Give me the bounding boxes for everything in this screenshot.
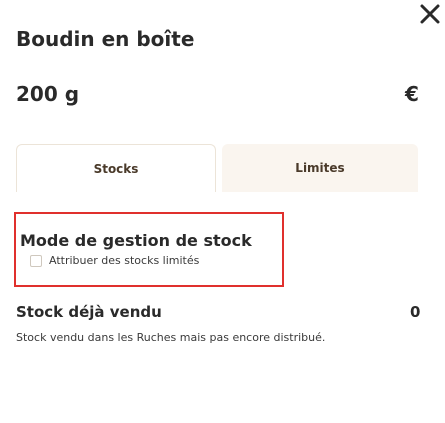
close-icon [420,4,440,24]
stock-mode-title: Mode de gestion de stock [20,231,252,250]
tab-limites[interactable]: Limites [222,144,418,192]
tab-stocks[interactable]: Stocks [16,144,216,192]
limited-stock-label: Attribuer des stocks limités [49,254,200,267]
stock-sold-title: Stock déjà vendu [16,303,162,321]
limited-stock-checkbox[interactable] [30,254,42,267]
stock-sold-value: 0 [410,303,421,321]
limited-stock-option[interactable]: Attribuer des stocks limités [30,254,199,267]
close-button[interactable] [418,2,442,26]
tab-stocks-label: Stocks [93,161,139,176]
product-title: Boudin en boîte [16,27,195,51]
tab-bar: Stocks Limites [16,144,418,192]
stock-sold-description: Stock vendu dans les Ruches mais pas enc… [16,331,326,344]
stock-mode-section: Mode de gestion de stock Attribuer des s… [14,212,284,287]
price-currency: € [405,82,419,106]
product-quantity: 200 g [16,82,80,106]
tab-limites-label: Limites [295,161,345,175]
